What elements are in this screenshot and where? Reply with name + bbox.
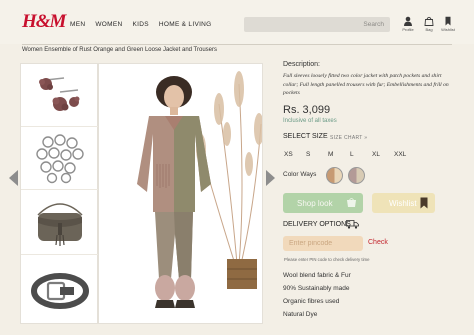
check-pincode-link[interactable]: Check: [368, 239, 388, 246]
feature-item: Natural Dye: [283, 311, 318, 318]
delivery-options-label: DELIVERY OPTIONS: [283, 221, 351, 228]
thumbnail-rings[interactable]: [21, 127, 99, 190]
size-chart-link[interactable]: SIZE CHART »: [330, 135, 367, 141]
description-text: Full sleeves loosely fitted two color ja…: [283, 73, 449, 96]
profile-label: Profile: [402, 27, 414, 32]
header: H&M MEN WOMEN KIDS HOME & LIVING Profile…: [0, 0, 474, 44]
color-ways-label: Color Ways: [283, 171, 317, 178]
size-option-xl[interactable]: XL: [372, 151, 394, 158]
bag-button[interactable]: Bag: [419, 16, 439, 32]
size-option-s[interactable]: S: [306, 151, 328, 158]
delivery-truck-icon: [346, 220, 359, 229]
belt-image: [31, 273, 89, 309]
brand-logo[interactable]: H&M: [22, 11, 66, 33]
profile-icon: [404, 16, 412, 26]
profile-button[interactable]: Profile: [398, 16, 418, 32]
price: Rs. 3,099: [283, 104, 331, 116]
feature-item: 90% Sustainably made: [283, 285, 350, 292]
size-option-m[interactable]: M: [328, 151, 350, 158]
rings-image: [36, 134, 84, 184]
nav-item-men[interactable]: MEN: [70, 21, 85, 28]
crossbody-bag-image: [37, 203, 83, 246]
color-way-swatch-2[interactable]: [348, 167, 365, 184]
shop-icon: [347, 198, 356, 207]
wishlist-icon: [445, 16, 451, 26]
size-options: XS S M L XL XXL: [284, 151, 416, 158]
feature-item: Wool blend fabric & Fur: [283, 272, 351, 279]
nav-item-kids[interactable]: KIDS: [133, 21, 149, 28]
feature-item: Organic fibres used: [283, 298, 340, 305]
thumbnail-belt[interactable]: [21, 257, 99, 325]
next-image-arrow-icon[interactable]: [266, 170, 275, 186]
prev-image-arrow-icon[interactable]: [9, 170, 18, 186]
thumbnail-hair-clips[interactable]: [21, 64, 99, 127]
nav-item-women[interactable]: WOMEN: [95, 21, 122, 28]
taxes-note: Inclusive of all taxes: [283, 118, 337, 124]
hair-clips-image: [39, 77, 80, 111]
select-size-label: SELECT SIZE: [283, 133, 328, 140]
pincode-input[interactable]: [283, 236, 363, 251]
size-option-xxl[interactable]: XXL: [394, 151, 416, 158]
size-option-xs[interactable]: XS: [284, 151, 306, 158]
nav-item-home-living[interactable]: HOME & LIVING: [159, 21, 212, 28]
main-product-image[interactable]: [98, 63, 263, 324]
shop-look-label: Shop look: [297, 198, 333, 208]
header-divider: [22, 44, 452, 45]
search-input[interactable]: [248, 19, 384, 30]
color-way-swatch-1[interactable]: [326, 167, 343, 184]
model-illustration: [137, 71, 262, 308]
description-label: Description:: [283, 61, 320, 68]
bag-label: Bag: [425, 27, 433, 32]
wishlist-button[interactable]: Wishlist: [438, 16, 458, 32]
product-title: Women Ensemble of Rust Orange and Green …: [22, 47, 217, 53]
wishlist-action-label: Wishlist: [389, 198, 417, 208]
search-bar: [244, 17, 390, 32]
main-nav: MEN WOMEN KIDS HOME & LIVING: [70, 21, 212, 28]
bookmark-icon: [420, 197, 428, 209]
thumbnail-strip: [20, 63, 99, 325]
size-option-l[interactable]: L: [350, 151, 372, 158]
thumbnail-crossbody-bag[interactable]: [21, 192, 99, 255]
pincode-note: Please enter PIN code to check delivery …: [284, 257, 370, 262]
bag-icon: [424, 16, 434, 26]
wishlist-label: Wishlist: [441, 27, 455, 32]
